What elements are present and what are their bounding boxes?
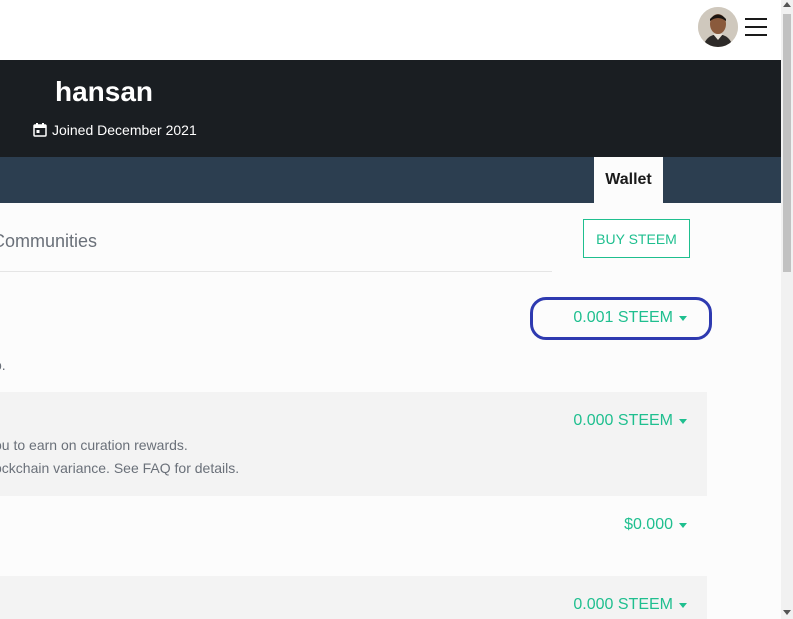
wallet-row-steem-dollars: $0.000 <box>0 496 707 576</box>
profile-header: hansan Joined December 2021 <box>0 60 781 157</box>
joined-date: Joined December 2021 <box>33 122 197 138</box>
caret-down-icon <box>679 522 687 528</box>
steem-power-dropdown[interactable]: 0.000 STEEM <box>573 412 687 430</box>
caret-down-icon <box>679 602 687 608</box>
buy-steem-button[interactable]: BUY STEEM <box>583 219 690 258</box>
user-avatar[interactable] <box>698 7 738 47</box>
savings-value: 0.000 STEEM <box>573 596 673 613</box>
steem-description: o. <box>0 357 6 373</box>
savings-dropdown[interactable]: 0.000 STEEM <box>573 596 687 614</box>
steem-power-description-line1: ou to earn on curation rewards. <box>0 437 188 453</box>
steem-power-description-line2: ockchain variance. See FAQ for details. <box>0 460 240 476</box>
steem-dollars-dropdown[interactable]: $0.000 <box>624 516 687 534</box>
tab-bar: Wallet <box>0 157 781 203</box>
avatar-image <box>698 7 738 47</box>
scroll-down-arrow-icon[interactable] <box>783 610 791 615</box>
scroll-thumb[interactable] <box>783 14 791 272</box>
calendar-icon <box>33 123 47 137</box>
scrollbar[interactable] <box>781 0 793 619</box>
steem-power-value: 0.000 STEEM <box>573 412 673 429</box>
username: hansan <box>55 76 154 107</box>
hamburger-menu-icon[interactable] <box>745 18 767 36</box>
joined-label: Joined December 2021 <box>52 122 197 138</box>
steem-dollars-value: $0.000 <box>624 516 673 533</box>
wallet-row-steem-power: 0.000 STEEM ou to earn on curation rewar… <box>0 392 707 496</box>
caret-down-icon <box>679 418 687 424</box>
scroll-up-arrow-icon[interactable] <box>783 2 791 7</box>
top-nav-bar <box>0 0 781 60</box>
wallet-row-savings: 0.000 STEEM <box>0 576 707 619</box>
annotation-highlight <box>530 297 712 340</box>
tab-wallet[interactable]: Wallet <box>594 157 663 203</box>
communities-heading: Communities <box>0 231 98 251</box>
